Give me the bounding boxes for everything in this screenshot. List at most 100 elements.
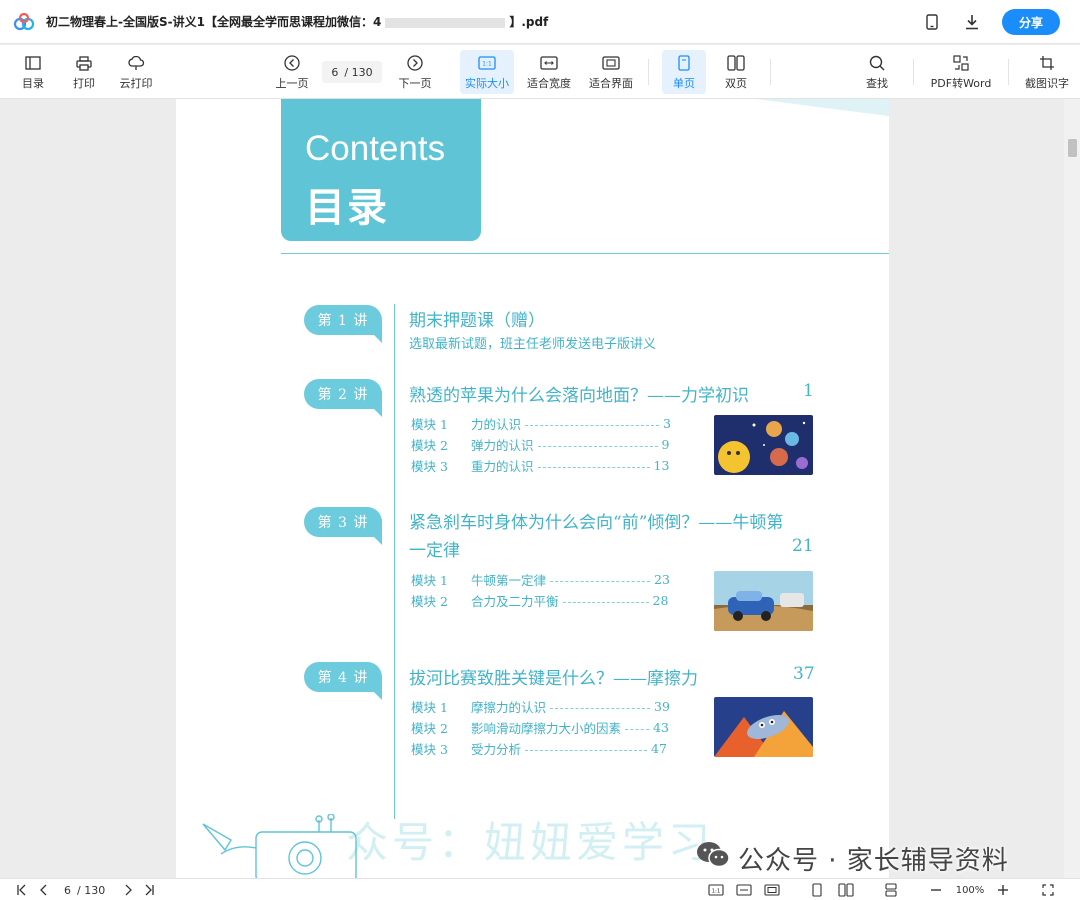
lecture-tab: 第 4 讲 [304, 662, 382, 700]
actual-size-button[interactable]: 1:1 实际大小 [460, 50, 514, 94]
lecture-title[interactable]: 拔河比赛致胜关键是什么？——摩擦力 [409, 664, 698, 689]
cloud-print-icon [127, 54, 145, 72]
pdf-page: Contents 目录 第 1 讲 期末押题课（赠） 选取最新试题，班主任老师发… [176, 99, 889, 878]
cloud-print-button[interactable]: 云打印 [114, 50, 158, 94]
decorative-stripe [756, 99, 889, 117]
chevron-left-circle-icon [283, 54, 301, 72]
contents-heading-en: Contents [305, 129, 446, 168]
status-bar: 6 / 130 1:1 100% [0, 878, 1080, 900]
print-button[interactable]: 打印 [65, 50, 103, 94]
double-page-small-button[interactable] [836, 882, 856, 898]
fullscreen-button[interactable] [1040, 882, 1056, 898]
sidebar-toc-icon [24, 54, 42, 72]
single-page-small-button[interactable] [808, 882, 826, 898]
zoom-level[interactable]: 100% [950, 882, 990, 898]
single-page-icon [675, 54, 693, 72]
prev-page-small-button[interactable] [36, 882, 52, 898]
module-row[interactable]: 模块 1 摩擦力的认识 39 [411, 697, 670, 715]
toc-button[interactable]: 目录 [14, 50, 52, 94]
toolbar-divider [648, 59, 649, 85]
continuous-scroll-button[interactable] [882, 882, 900, 898]
single-page-button[interactable]: 单页 [662, 50, 706, 94]
car-braking-illustration [714, 571, 813, 631]
zoom-out-button[interactable] [928, 882, 944, 898]
toolbar-divider [770, 59, 771, 85]
toolbar-divider [913, 59, 914, 85]
document-title: 初二物理春上-全国版S-讲义1【全网最全学而思课程加微信：4 】.pdf [46, 15, 549, 29]
fit-page-small-button[interactable] [763, 882, 781, 898]
next-page-small-button[interactable] [120, 882, 136, 898]
fullscreen-icon [1042, 884, 1054, 896]
header-rule [281, 253, 889, 254]
module-row[interactable]: 模块 2 影响滑动摩擦力大小的因素 43 [411, 718, 669, 736]
lecture-page-number: 1 [803, 381, 814, 401]
lecture-page-number: 37 [793, 664, 815, 684]
printer-icon [75, 54, 93, 72]
first-page-button[interactable] [14, 882, 30, 898]
fit-page-icon [764, 884, 780, 896]
bottom-page-indicator[interactable]: 6 / 130 [64, 882, 105, 898]
share-button[interactable]: 分享 [1002, 9, 1060, 35]
module-row[interactable]: 模块 3 受力分析 47 [411, 739, 667, 757]
chevron-left-icon [40, 884, 47, 896]
download-icon[interactable] [962, 12, 982, 32]
fit-page-button[interactable]: 适合界面 [586, 50, 636, 94]
watermark-text: 众号：妞妞爱学习 [346, 818, 715, 867]
crop-icon [1038, 54, 1056, 72]
page-number-input[interactable]: 6 / 130 [322, 61, 382, 83]
fit-width-icon [540, 54, 558, 72]
mobile-icon[interactable] [922, 12, 942, 32]
lecture-subtitle: 选取最新试题，班主任老师发送电子版讲义 [409, 337, 657, 352]
double-page-button[interactable]: 双页 [714, 50, 758, 94]
actual-size-icon: 1:1 [708, 884, 724, 896]
robot-decoration [202, 814, 357, 878]
actual-size-small-button[interactable]: 1:1 [707, 882, 725, 898]
contents-header-box: Contents 目录 [281, 99, 481, 241]
lecture-title-line2: 一定律 [409, 541, 460, 561]
prev-page-button[interactable]: 上一页 [272, 50, 312, 94]
double-page-icon [838, 883, 854, 897]
convert-icon [952, 54, 970, 72]
double-page-icon [727, 54, 745, 72]
module-row[interactable]: 模块 1 力的认识 3 [411, 414, 671, 432]
svg-text:1:1: 1:1 [482, 61, 492, 68]
svg-text:1:1: 1:1 [712, 889, 721, 895]
fit-page-icon [602, 54, 620, 72]
chevron-right-icon [125, 884, 132, 896]
next-page-button[interactable]: 下一页 [395, 50, 435, 94]
redacted-text [385, 17, 506, 28]
scrollbar-thumb[interactable] [1068, 139, 1077, 157]
zoom-in-button[interactable] [995, 882, 1011, 898]
lecture-tab: 第 1 讲 [304, 305, 382, 343]
search-icon [868, 54, 886, 72]
single-page-icon [812, 883, 822, 897]
contents-heading-zh: 目录 [305, 185, 389, 231]
toolbar-divider [1008, 59, 1009, 85]
lecture-tab: 第 3 讲 [304, 507, 382, 545]
actual-size-icon: 1:1 [478, 54, 496, 72]
find-button[interactable]: 查找 [858, 50, 896, 94]
document-viewer[interactable]: Contents 目录 第 1 讲 期末押题课（赠） 选取最新试题，班主任老师发… [0, 99, 1080, 878]
fit-width-icon [736, 884, 752, 896]
screenshot-ocr-button[interactable]: 截图识字 [1020, 50, 1074, 94]
lecture-title[interactable]: 紧急刹车时身体为什么会向“前”倾倒？——牛顿第 [409, 508, 783, 533]
lecture-title[interactable]: 熟透的苹果为什么会落向地面？——力学初识 [409, 381, 749, 406]
last-page-button[interactable] [141, 882, 157, 898]
toolbar: 目录 打印 云打印 上一页 6 / 130 下一页 1:1 实际大小 适合宽度 … [0, 45, 1080, 99]
continuous-scroll-icon [885, 883, 897, 897]
module-row[interactable]: 模块 2 合力及二力平衡 28 [411, 591, 668, 609]
module-row[interactable]: 模块 2 弹力的认识 9 [411, 435, 669, 453]
overlay-brand-watermark: 公众号 · 家长辅导资料 [696, 838, 1009, 878]
space-planets-illustration [714, 415, 813, 475]
timeline-line [394, 304, 395, 819]
module-row[interactable]: 模块 3 重力的认识 13 [411, 456, 669, 474]
title-bar: 初二物理春上-全国版S-讲义1【全网最全学而思课程加微信：4 】.pdf 分享 [0, 0, 1080, 44]
lecture-page-number: 21 [792, 536, 814, 556]
fit-width-small-button[interactable] [735, 882, 753, 898]
lecture-title[interactable]: 期末押题课（赠） [409, 306, 545, 331]
pdf-to-word-button[interactable]: PDF转Word [926, 50, 996, 94]
vertical-scrollbar[interactable] [1064, 99, 1080, 878]
plus-icon [998, 885, 1008, 895]
module-row[interactable]: 模块 1 牛顿第一定律 23 [411, 570, 670, 588]
fit-width-button[interactable]: 适合宽度 [524, 50, 574, 94]
